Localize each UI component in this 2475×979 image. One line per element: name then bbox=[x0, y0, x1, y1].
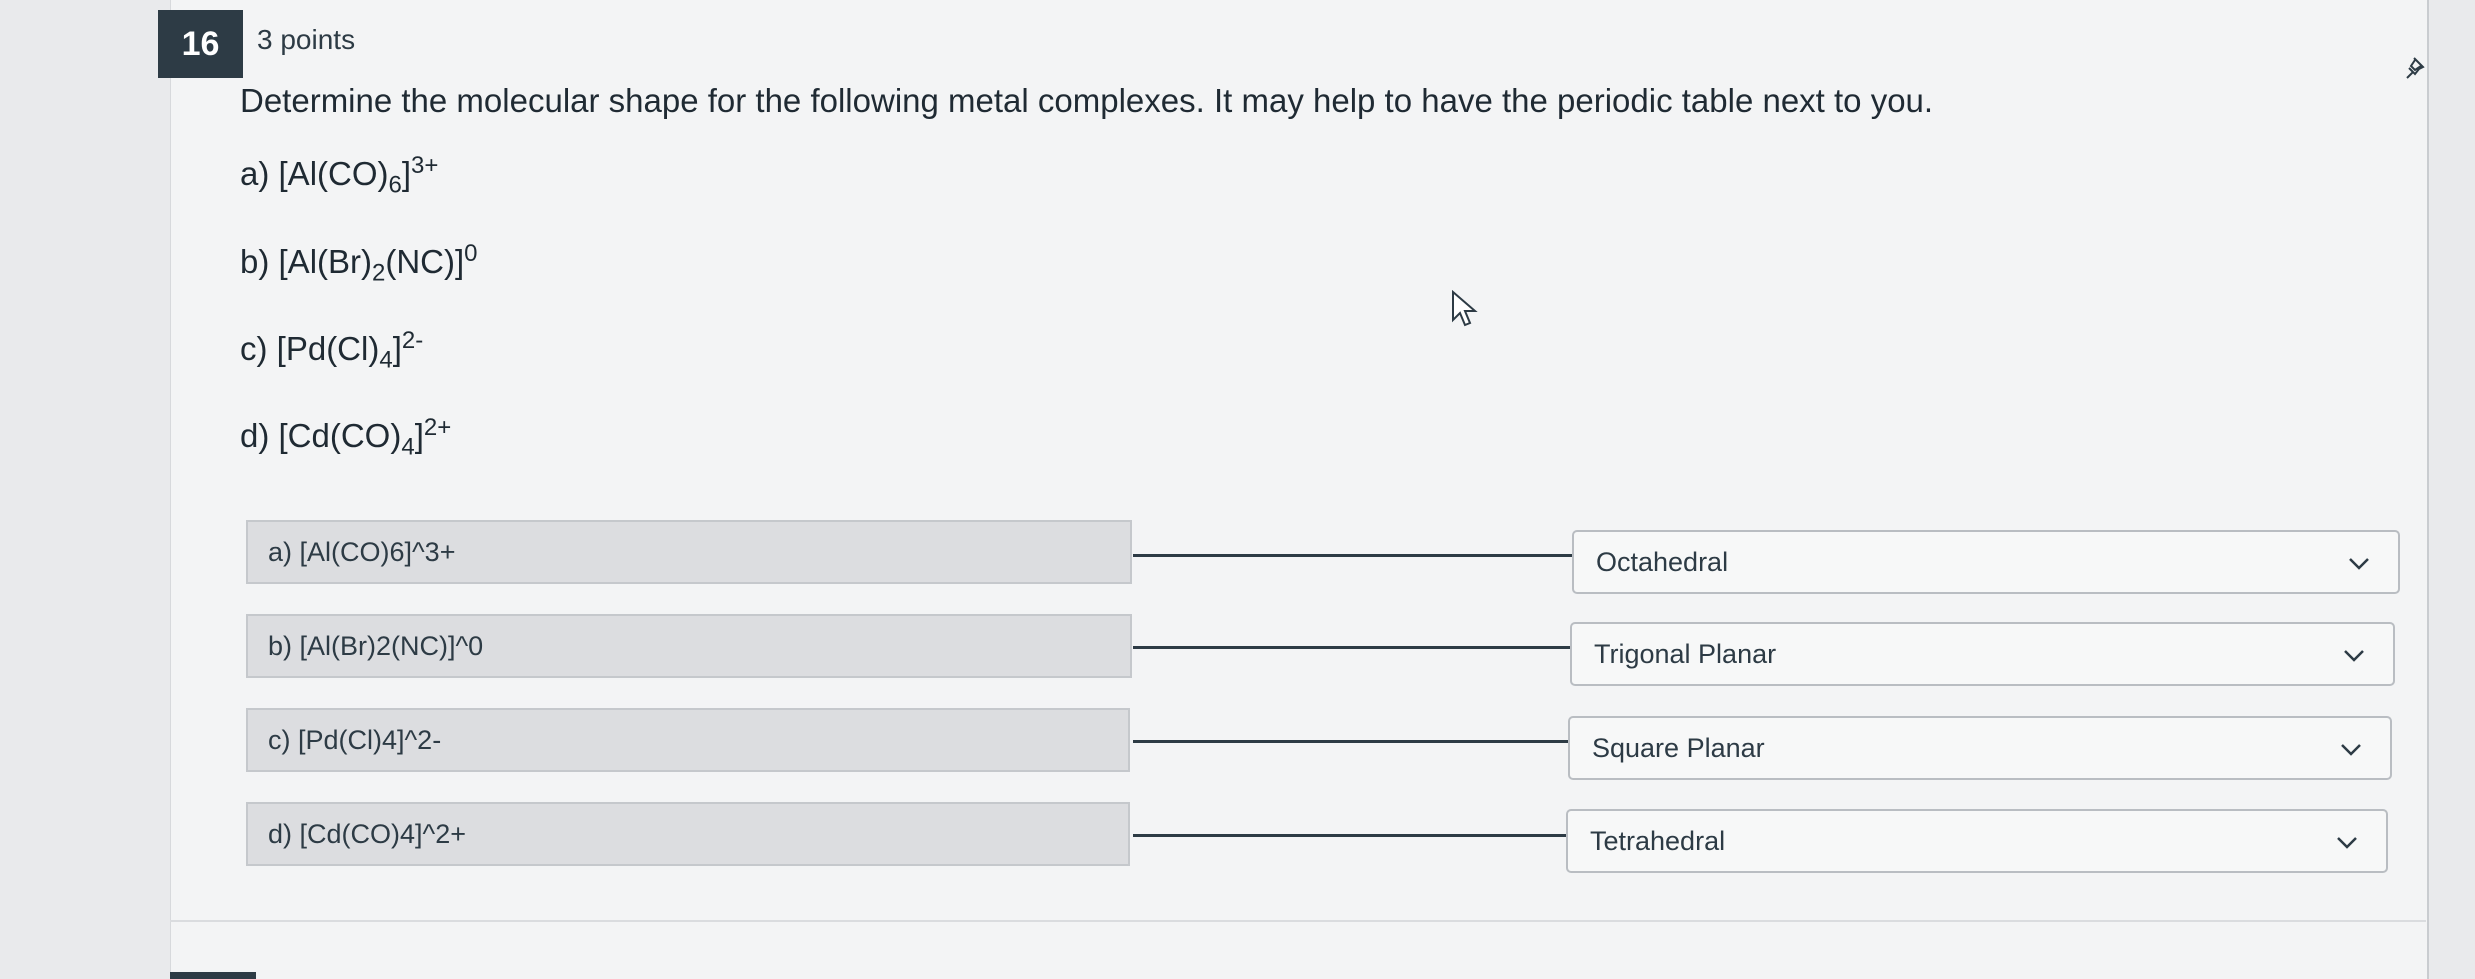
match-prompt-b: b) [Al(Br)2(NC)]^0 bbox=[246, 614, 1132, 678]
formula-b-bracket: (NC)] bbox=[385, 243, 465, 280]
mouse-pointer-icon bbox=[1452, 290, 1478, 327]
match-connector-a bbox=[1133, 554, 1573, 557]
formula-b-text: b) [Al(Br) bbox=[240, 243, 372, 280]
shape-dropdown-b-value: Trigonal Planar bbox=[1594, 638, 1777, 669]
chevron-down-icon bbox=[2337, 837, 2357, 849]
formula-c-charge: 2- bbox=[401, 327, 424, 354]
shape-dropdown-d[interactable]: Tetrahedral bbox=[1566, 809, 2388, 873]
pin-icon-graphic bbox=[2406, 57, 2425, 79]
chevron-down-icon bbox=[2341, 744, 2361, 756]
formula-d-text: d) [Cd(CO) bbox=[240, 417, 402, 454]
formula-c-bracket: ] bbox=[392, 330, 402, 367]
formula-b-subscript: 2 bbox=[372, 259, 386, 287]
formula-d-subscript: 4 bbox=[401, 433, 415, 461]
match-prompt-d: d) [Cd(CO)4]^2+ bbox=[246, 802, 1130, 866]
formula-d-bracket: ] bbox=[414, 417, 424, 454]
formula-c: c) [Pd(Cl)4]2- bbox=[240, 327, 423, 375]
formula-b-charge: 0 bbox=[464, 240, 478, 267]
match-prompt-d-label: d) [Cd(CO)4]^2+ bbox=[268, 818, 466, 849]
question-divider bbox=[170, 920, 2426, 922]
chevron-down-icon bbox=[2344, 650, 2364, 662]
question-number-badge: 16 bbox=[158, 10, 243, 78]
next-question-badge-edge bbox=[170, 972, 256, 979]
formula-a-charge: 3+ bbox=[411, 152, 439, 179]
shape-dropdown-a[interactable]: Octahedral bbox=[1572, 530, 2400, 594]
shape-dropdown-c[interactable]: Square Planar bbox=[1568, 716, 2392, 780]
chevron-down-icon bbox=[2349, 558, 2369, 570]
match-connector-d bbox=[1133, 834, 1567, 837]
shape-dropdown-d-value: Tetrahedral bbox=[1590, 825, 1726, 856]
match-prompt-a-label: a) [Al(CO)6]^3+ bbox=[268, 536, 456, 567]
shape-dropdown-c-value: Square Planar bbox=[1592, 732, 1765, 763]
formula-d: d) [Cd(CO)4]2+ bbox=[240, 414, 451, 462]
match-prompt-c: c) [Pd(Cl)4]^2- bbox=[246, 708, 1130, 772]
formula-a-subscript: 6 bbox=[388, 171, 402, 199]
question-points: 3 points bbox=[257, 24, 356, 55]
formula-a-bracket: ] bbox=[401, 155, 412, 192]
match-connector-b bbox=[1133, 646, 1570, 649]
shape-dropdown-a-value: Octahedral bbox=[1596, 546, 1729, 577]
question-prompt: Determine the molecular shape for the fo… bbox=[240, 82, 1934, 119]
formula-c-subscript: 4 bbox=[379, 346, 393, 374]
formula-d-charge: 2+ bbox=[423, 414, 452, 441]
question-number: 16 bbox=[181, 24, 220, 63]
match-prompt-a: a) [Al(CO)6]^3+ bbox=[246, 520, 1132, 584]
match-prompt-b-label: b) [Al(Br)2(NC)]^0 bbox=[268, 630, 484, 661]
formula-a: a) [Al(CO)6]3+ bbox=[240, 152, 438, 200]
formula-c-text: c) [Pd(Cl) bbox=[240, 330, 380, 367]
shape-dropdown-b[interactable]: Trigonal Planar bbox=[1570, 622, 2395, 686]
formula-b: b) [Al(Br)2(NC)]0 bbox=[240, 240, 478, 288]
match-connector-c bbox=[1133, 740, 1569, 743]
pin-icon[interactable] bbox=[2393, 48, 2433, 88]
match-prompt-c-label: c) [Pd(Cl)4]^2- bbox=[268, 724, 442, 755]
formula-a-text: a) [Al(CO) bbox=[240, 155, 389, 192]
